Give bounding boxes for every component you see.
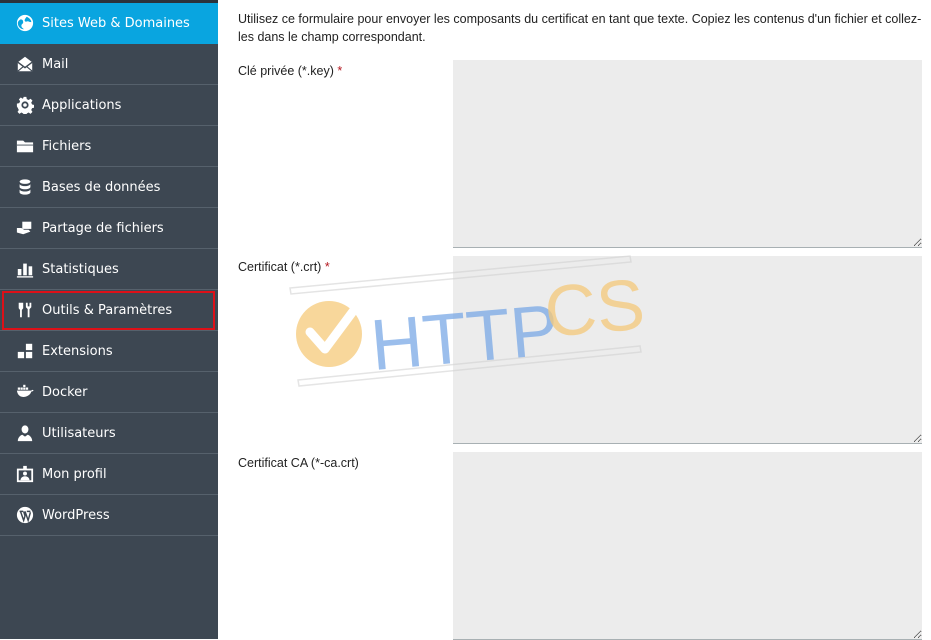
sidebar-item-fichiers[interactable]: Fichiers <box>0 126 218 167</box>
user-icon <box>16 424 34 442</box>
file-sharing-icon <box>16 219 34 237</box>
certificate-textarea[interactable] <box>453 256 922 444</box>
sidebar-item-label: Bases de données <box>42 179 161 195</box>
required-asterisk: * <box>337 64 343 78</box>
sidebar-item-label: Statistiques <box>42 261 119 277</box>
private-key-label-text: Clé privée (*.key) <box>238 64 334 78</box>
sidebar-item-sites-web-domaines[interactable]: Sites Web & Domaines <box>0 3 218 44</box>
sidebar-item-label: WordPress <box>42 507 110 523</box>
sidebar-item-label: Docker <box>42 384 88 400</box>
globe-icon <box>16 14 34 32</box>
sidebar-item-wordpress[interactable]: WordPress <box>0 495 218 536</box>
private-key-label: Clé privée (*.key) * <box>238 64 342 78</box>
sidebar-item-bases-de-donnees[interactable]: Bases de données <box>0 167 218 208</box>
sidebar-item-mail[interactable]: Mail <box>0 44 218 85</box>
folder-icon <box>16 137 34 155</box>
sidebar-item-label: Sites Web & Domaines <box>42 15 190 31</box>
bar-chart-icon <box>16 260 34 278</box>
sidebar-item-label: Utilisateurs <box>42 425 116 441</box>
private-key-textarea[interactable] <box>453 60 922 248</box>
wordpress-icon <box>16 506 34 524</box>
gear-icon <box>16 96 34 114</box>
database-icon <box>16 178 34 196</box>
required-asterisk: * <box>324 260 330 274</box>
sidebar-item-label: Partage de fichiers <box>42 220 164 236</box>
tools-icon <box>16 301 34 319</box>
ca-certificate-textarea[interactable] <box>453 452 922 640</box>
sidebar-item-label: Extensions <box>42 343 113 359</box>
sidebar-item-outils-parametres[interactable]: Outils & Paramètres <box>0 290 218 331</box>
sidebar-item-label: Mon profil <box>42 466 107 482</box>
sidebar-nav: Sites Web & Domaines Mail Applications F… <box>0 0 218 639</box>
sidebar-item-label: Applications <box>42 97 122 113</box>
docker-whale-icon <box>16 383 34 401</box>
sidebar-item-statistiques[interactable]: Statistiques <box>0 249 218 290</box>
sidebar-item-label: Mail <box>42 56 69 72</box>
ca-certificate-label-text: Certificat CA (*-ca.crt) <box>238 456 359 470</box>
sidebar-item-extensions[interactable]: Extensions <box>0 331 218 372</box>
sidebar-item-docker[interactable]: Docker <box>0 372 218 413</box>
ca-certificate-label: Certificat CA (*-ca.crt) <box>238 456 359 470</box>
sidebar-item-applications[interactable]: Applications <box>0 85 218 126</box>
sidebar-item-label: Fichiers <box>42 138 92 154</box>
sidebar-item-mon-profil[interactable]: Mon profil <box>0 454 218 495</box>
certificate-label-text: Certificat (*.crt) <box>238 260 322 274</box>
profile-card-icon <box>16 465 34 483</box>
sidebar-item-label: Outils & Paramètres <box>42 302 173 318</box>
main-content: Utilisez ce formulaire pour envoyer les … <box>218 0 931 640</box>
extensions-blocks-icon <box>16 342 34 360</box>
sidebar-item-partage-de-fichiers[interactable]: Partage de fichiers <box>0 208 218 249</box>
certificate-label: Certificat (*.crt) * <box>238 260 330 274</box>
sidebar-item-utilisateurs[interactable]: Utilisateurs <box>0 413 218 454</box>
form-intro-text: Utilisez ce formulaire pour envoyer les … <box>238 12 922 44</box>
mail-envelope-icon <box>16 55 34 73</box>
